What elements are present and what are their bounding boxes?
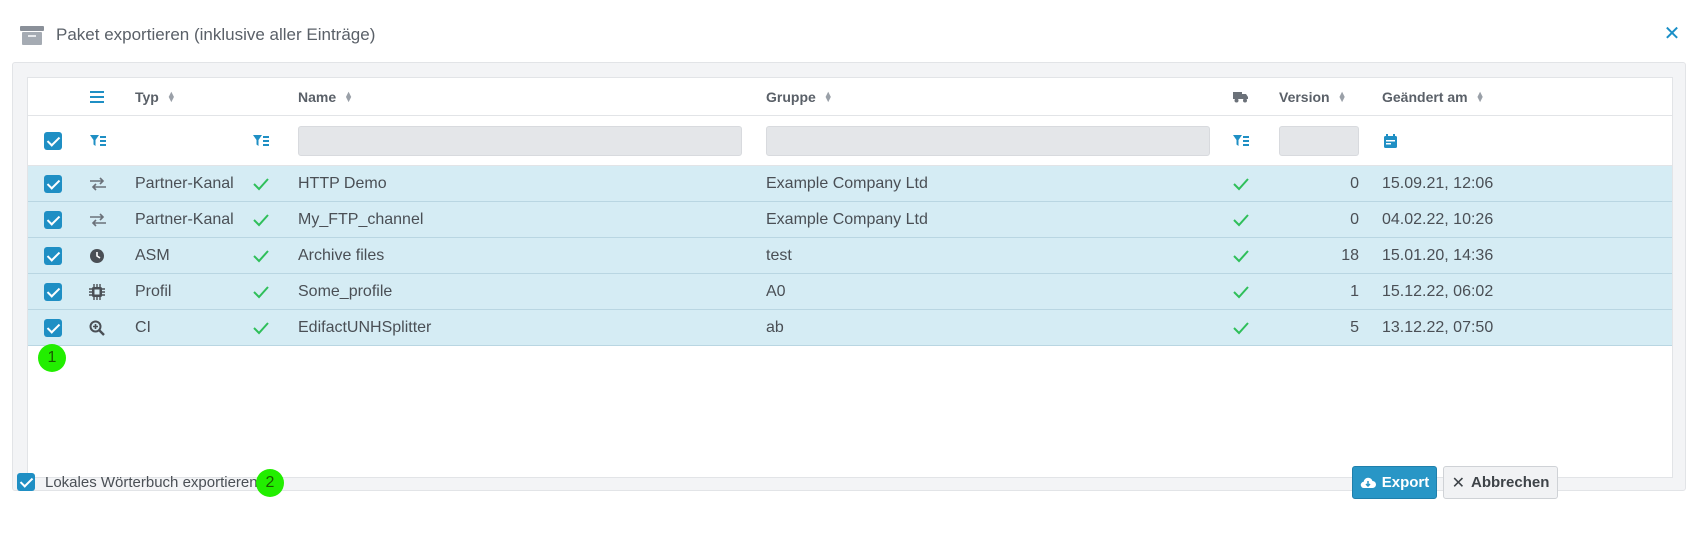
- calendar-icon[interactable]: [1384, 116, 1397, 165]
- table-row[interactable]: Partner-Kanal My_FTP_channel Example Compa…: [28, 202, 1672, 238]
- arrows-exchange-icon: [89, 166, 107, 201]
- sort-icon: ▲ ▼: [344, 88, 354, 104]
- column-header-name[interactable]: Name ▲ ▼: [298, 78, 353, 115]
- sort-icon: ▲ ▼: [823, 88, 833, 104]
- cell-typ: Profil: [135, 282, 172, 300]
- check-icon: [252, 166, 270, 201]
- table-row[interactable]: CI EdifactUNHSplitter ab 5 13.12.22, 07:50: [28, 310, 1672, 346]
- cell-gruppe: Example Company Ltd: [766, 210, 928, 228]
- cell-version: 0: [1350, 210, 1359, 228]
- cell-typ: CI: [135, 318, 151, 336]
- check-icon: [252, 274, 270, 309]
- cell-typ: Partner-Kanal: [135, 210, 234, 228]
- row-checkbox[interactable]: [44, 274, 62, 309]
- sort-icon: ▲ ▼: [1337, 88, 1347, 104]
- entries-table: Typ ▲ ▼ Name ▲ ▼ Gruppe ▲ ▼ Version ▲ ▼ Geändert…: [27, 77, 1673, 478]
- sort-icon: ▲ ▼: [166, 88, 176, 104]
- cell-geaendert: 15.01.20, 14:36: [1382, 246, 1494, 264]
- table-header: Typ ▲ ▼ Name ▲ ▼ Gruppe ▲ ▼ Version ▲ ▼ Geändert…: [28, 78, 1672, 116]
- annotation-badge-1: 1: [38, 344, 66, 372]
- check-icon: [1232, 166, 1250, 201]
- truck-icon[interactable]: [1233, 78, 1249, 115]
- cell-version: 5: [1350, 318, 1359, 336]
- close-icon[interactable]: ✕: [1660, 22, 1684, 46]
- filter-icon[interactable]: [1233, 116, 1249, 165]
- row-checkbox[interactable]: [44, 166, 62, 201]
- filter-row: [28, 116, 1672, 166]
- cell-geaendert: 15.09.21, 12:06: [1382, 174, 1494, 192]
- column-header-gruppe[interactable]: Gruppe ▲ ▼: [766, 78, 833, 115]
- check-icon: [1232, 310, 1250, 345]
- clock-icon: [89, 238, 105, 273]
- list-icon[interactable]: [90, 78, 104, 115]
- table-row[interactable]: Partner-Kanal HTTP Demo Example Company Lt…: [28, 166, 1672, 202]
- cloud-download-icon: [1360, 477, 1376, 489]
- cell-name: My_FTP_channel: [298, 210, 424, 228]
- filter-icon[interactable]: [253, 116, 269, 165]
- cell-name: Some_profile: [298, 282, 393, 300]
- row-checkbox[interactable]: [44, 238, 62, 273]
- column-header-typ[interactable]: Typ ▲ ▼: [135, 78, 176, 115]
- dictionary-export-option[interactable]: Lokales Wörterbuch exportieren: [17, 473, 258, 491]
- cell-typ: ASM: [135, 246, 170, 264]
- check-icon: [1232, 274, 1250, 309]
- gruppe-filter-input[interactable]: [766, 125, 1210, 156]
- check-icon: [1232, 238, 1250, 273]
- row-checkbox[interactable]: [44, 310, 62, 345]
- name-filter-input[interactable]: [298, 125, 742, 156]
- table-row[interactable]: ASM Archive files test 18 15.01.20, 14:36: [28, 238, 1672, 274]
- table-row[interactable]: Profil Some_profile A0 1 15.12.22, 06:02: [28, 274, 1672, 310]
- close-icon: ✕: [1451, 474, 1466, 492]
- dialog-header: Paket exportieren (inklusive aller Eintr…: [20, 20, 375, 50]
- cell-geaendert: 04.02.22, 10:26: [1382, 210, 1494, 228]
- cell-name: EdifactUNHSplitter: [298, 318, 432, 336]
- archive-box-icon: [20, 24, 44, 46]
- check-icon: [1232, 202, 1250, 237]
- cell-gruppe: Example Company Ltd: [766, 174, 928, 192]
- cell-gruppe: ab: [766, 318, 784, 336]
- cell-geaendert: 15.12.22, 06:02: [1382, 282, 1494, 300]
- table-panel: Typ ▲ ▼ Name ▲ ▼ Gruppe ▲ ▼ Version ▲ ▼ Geändert…: [12, 62, 1686, 491]
- chip-icon: [89, 274, 105, 309]
- version-filter-input[interactable]: [1279, 125, 1359, 156]
- select-all-checkbox[interactable]: [44, 116, 62, 165]
- dictionary-export-checkbox[interactable]: [17, 473, 35, 491]
- row-checkbox[interactable]: [44, 202, 62, 237]
- dictionary-export-label: Lokales Wörterbuch exportieren: [45, 473, 258, 491]
- cell-version: 18: [1341, 246, 1359, 264]
- check-icon: [252, 310, 270, 345]
- cell-geaendert: 13.12.22, 07:50: [1382, 318, 1494, 336]
- cancel-button[interactable]: ✕ Abbrechen: [1443, 466, 1558, 499]
- check-icon: [252, 238, 270, 273]
- magnifier-plus-icon: [89, 310, 105, 345]
- cell-typ: Partner-Kanal: [135, 174, 234, 192]
- cell-name: HTTP Demo: [298, 174, 387, 192]
- cell-gruppe: test: [766, 246, 792, 264]
- dialog-title: Paket exportieren (inklusive aller Eintr…: [56, 25, 376, 44]
- column-header-geaendert[interactable]: Geändert am ▲ ▼: [1382, 78, 1485, 115]
- cell-version: 1: [1350, 282, 1359, 300]
- arrows-exchange-icon: [89, 202, 107, 237]
- cell-gruppe: A0: [766, 282, 786, 300]
- column-header-version[interactable]: Version ▲ ▼: [1279, 78, 1347, 115]
- check-icon: [252, 202, 270, 237]
- filter-icon[interactable]: [90, 116, 106, 165]
- export-button[interactable]: Export: [1352, 466, 1437, 499]
- sort-icon: ▲ ▼: [1475, 88, 1485, 104]
- annotation-badge-2: 2: [256, 469, 284, 497]
- export-dialog: Paket exportieren (inklusive aller Eintr…: [0, 0, 1696, 555]
- cell-version: 0: [1350, 174, 1359, 192]
- cell-name: Archive files: [298, 246, 385, 264]
